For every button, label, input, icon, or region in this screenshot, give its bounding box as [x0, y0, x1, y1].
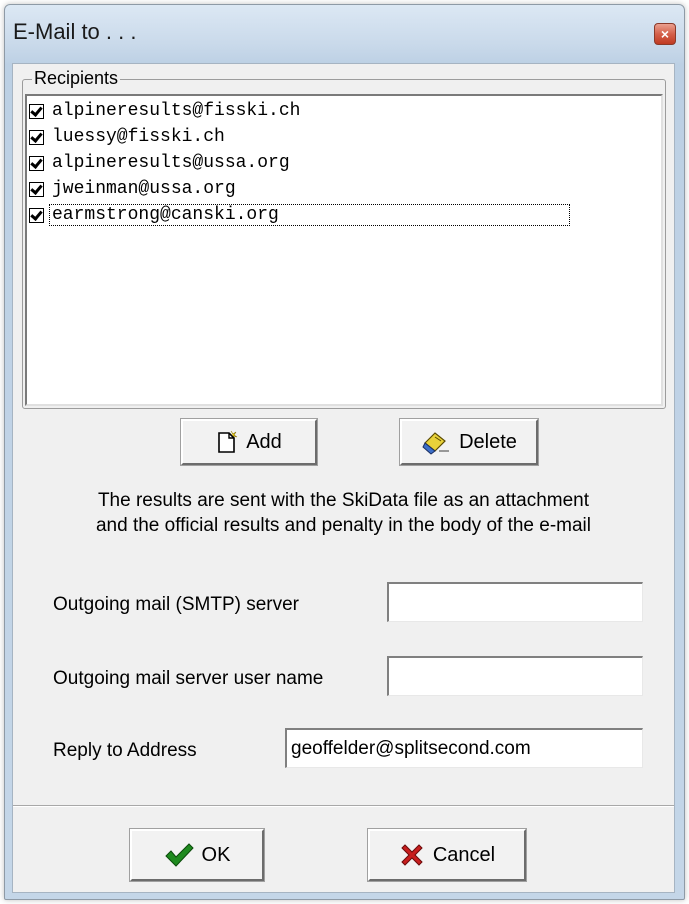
recipients-group: Recipients alpineresults@fisski.ch luess… [22, 68, 666, 409]
smtp-server-label: Outgoing mail (SMTP) server [53, 594, 300, 615]
username-input[interactable] [387, 656, 643, 696]
delete-button[interactable]: Delete [399, 418, 539, 466]
email-dialog-window: E-Mail to . . . × Recipients alpineresul… [4, 4, 685, 900]
recipient-item[interactable]: alpineresults@ussa.org [29, 152, 292, 174]
recipient-address: luessy@fisski.ch [52, 127, 225, 147]
recipient-checkbox[interactable] [29, 181, 44, 197]
info-text-line-2: and the official results and penalty in … [95, 515, 591, 536]
green-checkmark-icon [164, 842, 194, 868]
ok-button[interactable]: OK [129, 828, 265, 882]
dialog-client-area: Recipients alpineresults@fisski.ch luess… [12, 63, 675, 893]
recipients-list[interactable]: alpineresults@fisski.ch luessy@fisski.ch… [25, 94, 663, 406]
recipient-address: alpineresults@ussa.org [52, 153, 290, 173]
delete-button-label: Delete [459, 430, 517, 453]
new-document-icon [216, 430, 238, 454]
reply-address-label: Reply to Address [53, 740, 197, 761]
add-button-label: Add [246, 430, 282, 453]
recipient-checkbox[interactable] [29, 155, 44, 171]
dialog-title: E-Mail to . . . [13, 19, 137, 44]
add-button[interactable]: Add [180, 418, 318, 466]
recipient-address: jweinman@ussa.org [52, 179, 236, 199]
recipient-item[interactable]: alpineresults@fisski.ch [29, 100, 302, 122]
username-label: Outgoing mail server user name [53, 668, 324, 689]
recipient-checkbox[interactable] [29, 103, 44, 119]
title-bar[interactable]: E-Mail to . . . × [5, 5, 684, 63]
ok-button-label: OK [201, 843, 231, 866]
close-button[interactable]: × [654, 23, 676, 45]
recipient-address: alpineresults@fisski.ch [52, 101, 301, 121]
close-icon: × [660, 26, 670, 42]
cancel-button[interactable]: Cancel [367, 828, 527, 882]
recipients-group-label: Recipients [32, 68, 121, 89]
reply-address-input[interactable] [285, 728, 643, 768]
cancel-button-label: Cancel [432, 843, 496, 866]
smtp-server-input[interactable] [387, 582, 643, 622]
footer-separator [13, 805, 674, 807]
recipient-item[interactable]: jweinman@ussa.org [29, 178, 238, 200]
red-x-icon [399, 842, 425, 868]
info-text-line-1: The results are sent with the SkiData fi… [97, 490, 590, 511]
recipient-item-selected[interactable]: earmstrong@canski.org [29, 204, 570, 226]
eraser-icon [421, 429, 451, 455]
recipient-item[interactable]: luessy@fisski.ch [29, 126, 227, 148]
recipient-address: earmstrong@canski.org [49, 204, 570, 226]
recipient-checkbox[interactable] [29, 207, 44, 223]
recipient-checkbox[interactable] [29, 129, 44, 145]
